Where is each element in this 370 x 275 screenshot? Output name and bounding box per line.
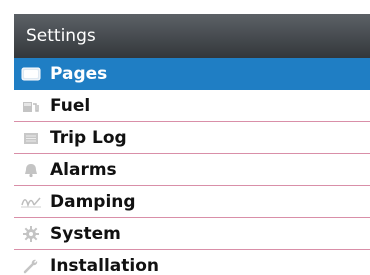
pages-icon [14,58,48,90]
menu-item-pages[interactable]: Pages [14,58,370,90]
menu-item-label: Pages [50,63,108,84]
menu-item-label: Alarms [50,159,117,180]
settings-panel: Settings Pages Fuel Trip Log Alarms Damp… [14,14,370,275]
settings-menu: Pages Fuel Trip Log Alarms Damping Syste… [14,58,370,275]
menu-item-label: Trip Log [50,127,127,148]
menu-item-alarms[interactable]: Alarms [14,154,370,186]
menu-item-label: Installation [50,255,160,275]
gear-icon [14,218,48,250]
menu-item-installation[interactable]: Installation [14,250,370,275]
page-title: Settings [26,26,96,46]
settings-header: Settings [14,14,370,58]
trip-log-icon [14,122,48,154]
menu-item-trip-log[interactable]: Trip Log [14,122,370,154]
fuel-icon [14,90,48,122]
menu-item-label: Damping [50,191,136,212]
menu-item-label: System [50,223,121,244]
wrench-icon [14,250,48,275]
menu-item-label: Fuel [50,95,91,116]
damping-icon [14,186,48,218]
menu-item-damping[interactable]: Damping [14,186,370,218]
menu-item-fuel[interactable]: Fuel [14,90,370,122]
menu-item-system[interactable]: System [14,218,370,250]
bell-icon [14,154,48,186]
